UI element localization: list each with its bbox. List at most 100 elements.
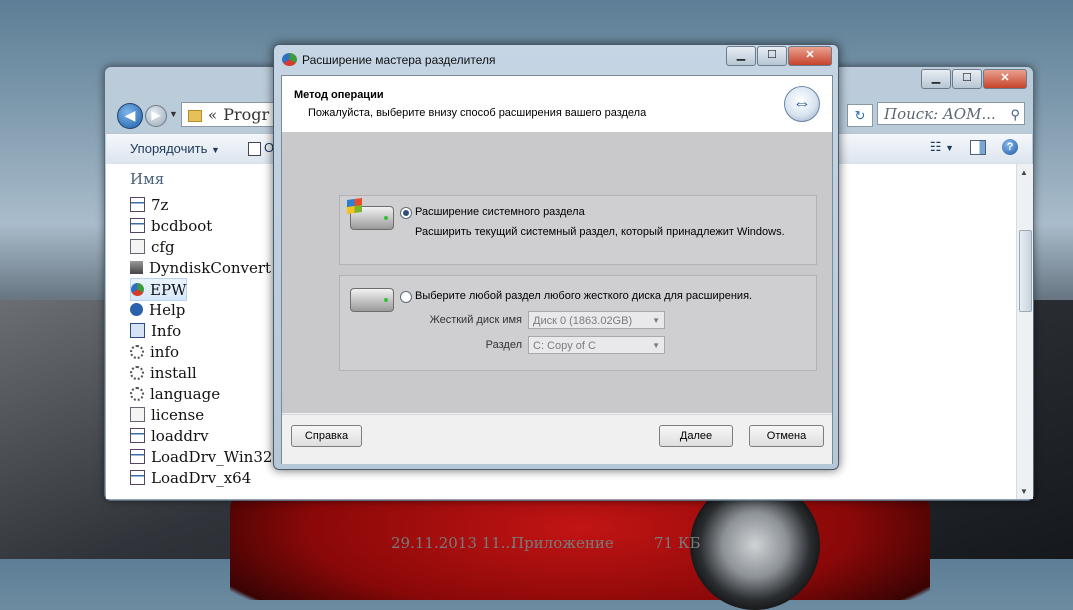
help-file-icon [130,303,143,316]
file-size: 71 КБ [654,534,701,552]
info-file-icon [130,323,145,338]
wizard-footer: Справка Далее Отмена [282,414,832,464]
extend-partition-dialog: Расширение мастера разделителя ▁ ☐ ✕ Мет… [273,44,839,470]
list-item[interactable]: language [130,383,220,404]
file-name: 7z [151,195,169,214]
app-window-icon [248,141,261,156]
minimize-button[interactable]: ▁ [921,69,951,89]
list-item[interactable]: license [130,404,204,425]
disk-tool-icon [130,261,143,274]
file-date: 29.11.2013 11... [391,534,516,552]
list-item[interactable]: cfg [130,236,175,257]
chevron-down-icon: ▼ [652,316,660,325]
dialog-close-button[interactable]: ✕ [788,46,832,66]
partition-select-value: C: Copy of C [533,340,596,352]
chevron-down-icon: ▼ [652,341,660,350]
file-name: cfg [151,237,175,256]
maximize-button[interactable]: ☐ [952,69,982,89]
epw-app-icon [131,283,144,296]
preview-pane-icon[interactable] [970,139,986,155]
vertical-scrollbar[interactable]: ▲ ▼ [1016,164,1033,499]
extend-arrows-icon: ⇔ [784,86,820,122]
disk-label: Жесткий диск имя [429,314,522,326]
view-options-icon[interactable]: ☷ ▼ [930,139,954,155]
close-button[interactable]: ✕ [983,69,1027,89]
partition-label: Раздел [485,339,522,351]
list-item[interactable]: loaddrv [130,425,209,446]
hard-disk-icon [350,288,394,312]
text-file-icon [130,407,145,422]
epw-app-icon [282,53,297,66]
disk-select-value: Диск 0 (1863.02GB) [533,315,633,327]
radio-system-partition[interactable] [400,207,412,219]
list-item[interactable]: 7z [130,194,168,215]
scrollbar-thumb[interactable] [1019,230,1032,312]
file-name: LoadDrv_Win32 [151,447,273,466]
open-button[interactable]: О [248,140,274,156]
history-dropdown-icon[interactable]: ▼ [169,109,178,119]
list-item[interactable]: Help [130,299,185,320]
settings-file-icon [130,365,144,380]
address-path: Progr [223,105,270,124]
windows-logo-icon [347,197,362,215]
file-name: LoadDrv_x64 [151,468,252,487]
list-item[interactable]: install [130,362,197,383]
dialog-minimize-button[interactable]: ▁ [726,46,756,66]
toolbar-right-group: ☷ ▼ ? [930,139,1018,155]
cancel-button[interactable]: Отмена [749,425,824,447]
organize-label: Упорядочить [130,141,208,156]
dialog-maximize-button[interactable]: ☐ [757,46,787,66]
exe-icon [130,470,145,485]
radio-any-partition[interactable] [400,291,412,303]
file-type: Приложение [511,534,614,552]
search-input[interactable]: Поиск: AOM... ⚲ [877,102,1025,125]
list-item[interactable]: DyndiskConvert [130,257,271,278]
folder-icon [188,109,202,122]
organize-button[interactable]: Упорядочить ▼ [130,141,220,156]
next-button[interactable]: Далее [659,425,733,447]
file-name: Info [151,321,182,340]
option-any-partition-group: Выберите любой раздел любого жесткого ди… [339,275,817,371]
scroll-down-icon[interactable]: ▼ [1020,487,1028,496]
file-name: info [150,342,180,361]
search-placeholder: Поиск: AOM... [884,105,996,123]
help-icon[interactable]: ? [1002,139,1018,155]
list-item[interactable]: EPW [130,278,188,301]
config-file-icon [130,239,145,254]
column-header-name[interactable]: Имя [130,170,164,188]
list-item[interactable]: Info [130,320,181,341]
option-system-partition-label[interactable]: Расширение системного раздела [415,206,585,218]
option-system-partition-group: Расширение системного раздела Расширить … [339,195,817,265]
wizard-header-title: Метод операции [294,89,384,101]
list-item[interactable]: LoadDrv_Win32 [130,446,272,467]
help-button[interactable]: Справка [291,425,362,447]
exe-icon [130,428,145,443]
disk-select[interactable]: Диск 0 (1863.02GB) ▼ [528,311,665,329]
list-item[interactable]: info [130,341,179,362]
system-disk-icon [347,197,394,230]
dialog-window-controls: ▁ ☐ ✕ [725,46,832,66]
address-separator: « [208,106,218,124]
scroll-up-icon[interactable]: ▲ [1020,168,1028,177]
file-name: language [150,384,221,403]
dialog-body: Метод операции Пожалуйста, выберите вниз… [281,75,833,464]
option-any-partition-label[interactable]: Выберите любой раздел любого жесткого ди… [415,290,752,302]
file-name: install [150,363,197,382]
exe-icon [130,218,145,233]
settings-file-icon [130,344,144,359]
forward-arrow-icon[interactable]: ▶ [145,105,167,127]
list-item[interactable]: bcdboot [130,215,212,236]
option-system-partition-description: Расширить текущий системный раздел, кото… [415,226,785,238]
wizard-header: Метод операции Пожалуйста, выберите вниз… [282,76,832,133]
file-name: bcdboot [151,216,213,235]
dialog-title: Расширение мастера разделителя [302,53,496,67]
file-name: license [151,405,205,424]
file-name: Help [149,300,186,319]
refresh-icon[interactable]: ↻ [847,104,873,127]
back-arrow-icon[interactable]: ◀ [117,103,143,129]
partition-select[interactable]: C: Copy of C ▼ [528,336,665,354]
explorer-window-controls: ▁ ☐ ✕ [920,69,1027,89]
exe-icon [130,197,145,212]
list-item[interactable]: LoadDrv_x64 [130,467,251,488]
settings-file-icon [130,386,144,401]
